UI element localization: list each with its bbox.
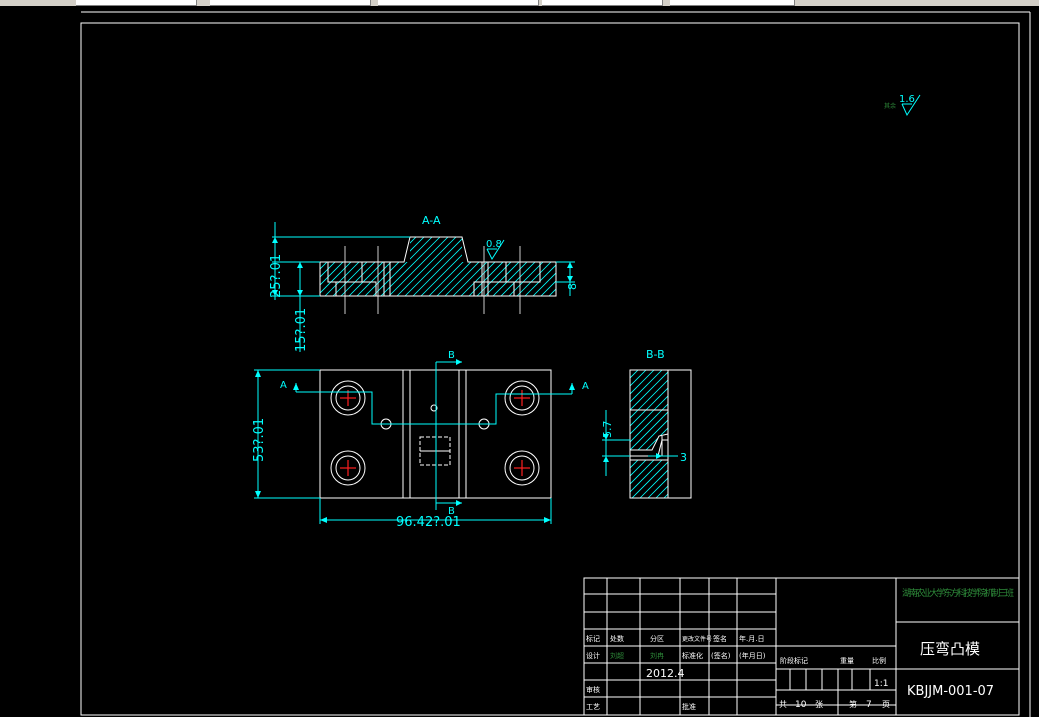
svg-text:标记: 标记 <box>586 634 600 643</box>
scale-value: 1:1 <box>874 679 888 689</box>
date: 2012.4 <box>646 667 685 680</box>
svg-text:标准化: 标准化 <box>682 651 703 660</box>
sheets-unit: 张 <box>815 700 823 709</box>
sheets-total: 10 <box>795 700 807 710</box>
hole-bottom-right <box>504 450 540 486</box>
sheet-unit: 页 <box>882 700 890 709</box>
drawing-border <box>80 22 1020 716</box>
title-block-text: 湖南农业大学东方科技学院机制三班 压弯凸模 KBJJM-001-07 1:1 共… <box>586 587 1014 711</box>
svg-text:更改文件号: 更改文件号 <box>682 635 712 643</box>
svg-text:年.月.日: 年.月.日 <box>739 634 764 643</box>
sheet-no: 7 <box>866 700 872 710</box>
svg-text:批准: 批准 <box>682 702 696 711</box>
dim-height-25: 25?.01 <box>269 254 284 298</box>
hole-bottom-left <box>330 450 366 486</box>
svg-text:签名: 签名 <box>713 634 727 643</box>
hole-top-left <box>330 380 366 416</box>
cut-label-a-left: A <box>280 380 287 391</box>
cad-drawing-canvas[interactable]: 其余 1.6 A-A 0.8 25?.01 15?.01 8 A A B B 5… <box>0 0 1039 717</box>
svg-text:工艺: 工艺 <box>586 703 600 711</box>
svg-text:阶段标记: 阶段标记 <box>780 656 808 665</box>
roughness-value-local: 0.8 <box>486 239 502 250</box>
part-name: 压弯凸模 <box>920 640 980 658</box>
roughness-value-general: 1.6 <box>899 94 915 105</box>
cut-label-b-top: B <box>448 350 455 361</box>
sheets-total-prefix: 共 <box>779 700 787 709</box>
svg-text:审核: 审核 <box>586 685 600 694</box>
drawing-number: KBJJM-001-07 <box>907 684 994 699</box>
svg-text:(年月日): (年月日) <box>739 651 766 660</box>
dim-height-15: 15?.01 <box>294 308 309 352</box>
section-aa-label: A-A <box>422 214 441 227</box>
dim-width-96: 96.42?.01 <box>396 515 461 530</box>
section-view-aa: A-A 0.8 25?.01 15?.01 8 <box>269 214 579 352</box>
hatching-aa <box>320 237 556 296</box>
dim-height-53: 53?.01 <box>252 418 267 462</box>
roughness-symbol-general: 其余 1.6 <box>884 94 921 117</box>
dim-thk-8: 8 <box>566 283 579 290</box>
school-name: 湖南农业大学东方科技学院机制三班 <box>902 587 1014 599</box>
sheet-no-prefix: 第 <box>849 699 857 709</box>
svg-text:刘超: 刘超 <box>610 651 624 660</box>
hole-top-right <box>504 380 540 416</box>
svg-text:比例: 比例 <box>872 656 886 665</box>
svg-text:处数: 处数 <box>610 634 624 643</box>
svg-text:分区: 分区 <box>650 634 664 643</box>
roughness-prefix: 其余 <box>884 102 896 110</box>
svg-text:设计: 设计 <box>586 651 600 660</box>
dim-3: 3 <box>680 451 687 464</box>
dim-5-7: 5.7 <box>601 421 614 439</box>
svg-text:(签名): (签名) <box>711 651 731 660</box>
plan-view: A A B B 53?.01 96.42?.01 <box>252 350 589 530</box>
cut-label-a-right: A <box>582 381 589 392</box>
section-view-bb: B-B 5.7 3 <box>601 348 692 499</box>
svg-text:刘冉: 刘冉 <box>650 651 664 660</box>
section-bb-label: B-B <box>646 348 665 361</box>
svg-text:重量: 重量 <box>840 657 854 665</box>
